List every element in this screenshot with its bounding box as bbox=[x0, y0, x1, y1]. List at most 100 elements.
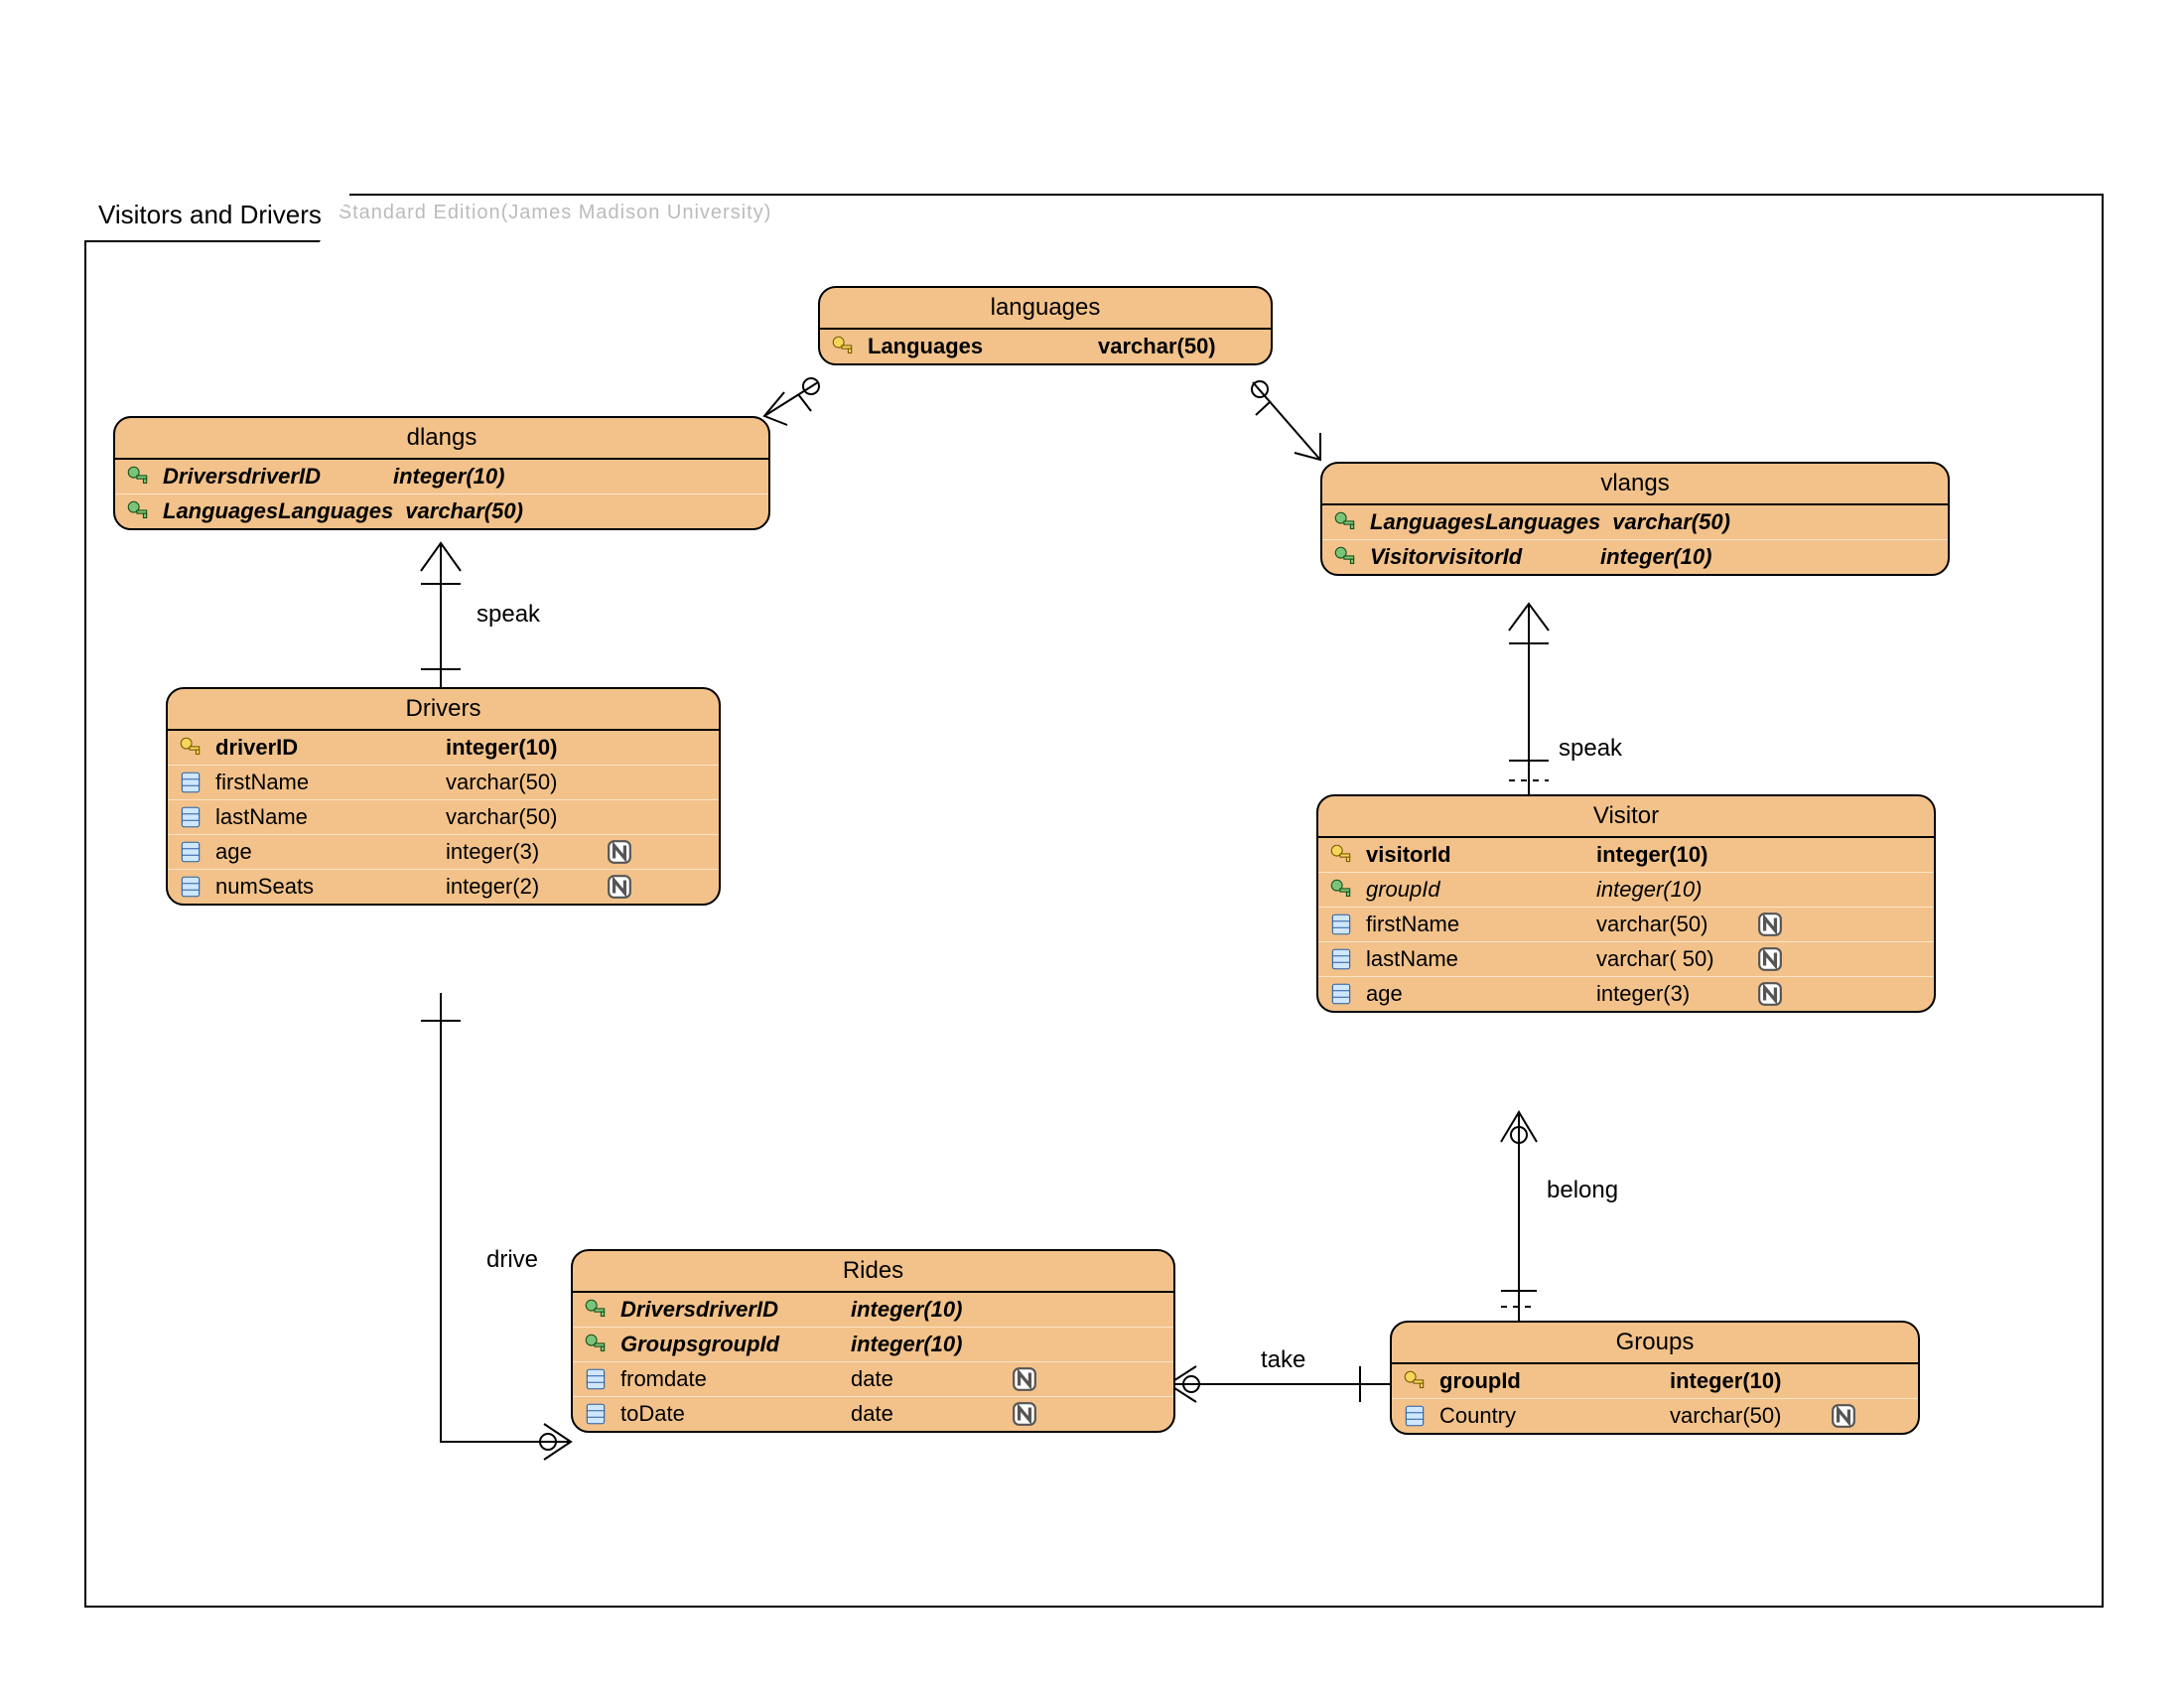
label-speak-2: speak bbox=[1559, 735, 1622, 763]
column-type: integer(10) bbox=[393, 464, 542, 490]
label-belong: belong bbox=[1547, 1177, 1618, 1204]
primary-key-icon bbox=[178, 735, 204, 761]
nullable-icon bbox=[607, 874, 632, 900]
column-icon bbox=[178, 804, 204, 830]
column-icon bbox=[178, 874, 204, 900]
column-name: LanguagesLanguages bbox=[163, 498, 393, 524]
primary-key-icon bbox=[1328, 842, 1354, 868]
column-name: numSeats bbox=[215, 874, 434, 900]
column-row[interactable]: lastName varchar(50) bbox=[168, 800, 719, 835]
column-name: age bbox=[1366, 981, 1584, 1007]
column-row[interactable]: groupIdinteger(10) bbox=[1318, 873, 1934, 908]
column-row[interactable]: firstName varchar(50) bbox=[1318, 908, 1934, 942]
nullable-icon bbox=[607, 839, 632, 865]
column-name: DriversdriverID bbox=[620, 1297, 839, 1323]
column-icon bbox=[178, 770, 204, 795]
column-row[interactable]: lastName varchar( 50) bbox=[1318, 942, 1934, 977]
entity-vlangs[interactable]: vlangsLanguagesLanguagesvarchar(50)Visit… bbox=[1320, 462, 1950, 576]
column-type: integer(10) bbox=[1600, 544, 1749, 570]
column-type: integer(10) bbox=[1596, 842, 1745, 868]
nullable-icon bbox=[1012, 1401, 1037, 1427]
column-row[interactable]: driverID integer(10) bbox=[168, 731, 719, 766]
column-type: varchar(50) bbox=[446, 770, 595, 795]
column-row[interactable]: Languages varchar(50) bbox=[820, 330, 1271, 363]
column-type: date bbox=[851, 1366, 1000, 1392]
foreign-key-icon bbox=[125, 498, 151, 524]
entity-title: languages bbox=[820, 288, 1271, 330]
column-type: integer(10) bbox=[1670, 1368, 1819, 1394]
column-type: date bbox=[851, 1401, 1000, 1427]
entity-dlangs[interactable]: dlangsDriversdriverIDinteger(10)Language… bbox=[113, 416, 770, 530]
column-type: varchar(50) bbox=[405, 498, 554, 524]
column-row[interactable]: firstName varchar(50) bbox=[168, 766, 719, 800]
column-name: LanguagesLanguages bbox=[1370, 509, 1600, 535]
nullable-icon bbox=[1757, 946, 1783, 972]
column-type: integer(2) bbox=[446, 874, 595, 900]
column-icon bbox=[583, 1401, 609, 1427]
column-name: lastName bbox=[215, 804, 434, 830]
column-type: integer(10) bbox=[1596, 877, 1745, 903]
foreign-key-icon bbox=[583, 1297, 609, 1323]
foreign-key-icon bbox=[1332, 509, 1358, 535]
column-row[interactable]: toDate date bbox=[573, 1397, 1173, 1431]
column-name: firstName bbox=[1366, 912, 1584, 937]
foreign-key-icon bbox=[1332, 544, 1358, 570]
column-row[interactable]: VisitorvisitorId integer(10) bbox=[1322, 540, 1948, 574]
column-type: varchar(50) bbox=[1670, 1403, 1819, 1429]
column-row[interactable]: fromdate date bbox=[573, 1362, 1173, 1397]
column-row[interactable]: visitorIdinteger(10) bbox=[1318, 838, 1934, 873]
column-name: fromdate bbox=[620, 1366, 839, 1392]
nullable-icon bbox=[1831, 1403, 1856, 1429]
column-type: varchar(50) bbox=[1098, 334, 1247, 359]
column-row[interactable]: DriversdriverID integer(10) bbox=[573, 1293, 1173, 1328]
column-icon bbox=[1328, 946, 1354, 972]
column-type: integer(10) bbox=[446, 735, 595, 761]
column-type: integer(10) bbox=[851, 1332, 1000, 1357]
column-name: driverID bbox=[215, 735, 434, 761]
column-name: groupId bbox=[1439, 1368, 1658, 1394]
column-type: varchar(50) bbox=[1596, 912, 1745, 937]
column-row[interactable]: groupId integer(10) bbox=[1392, 1364, 1918, 1399]
column-name: DriversdriverID bbox=[163, 464, 381, 490]
column-type: integer(3) bbox=[1596, 981, 1745, 1007]
entity-title: Rides bbox=[573, 1251, 1173, 1293]
entity-visitor[interactable]: VisitorvisitorIdinteger(10)groupIdintege… bbox=[1316, 794, 1936, 1013]
entity-title: dlangs bbox=[115, 418, 768, 460]
entity-rides[interactable]: RidesDriversdriverIDinteger(10)Groupsgro… bbox=[571, 1249, 1175, 1433]
column-icon bbox=[178, 839, 204, 865]
column-type: integer(10) bbox=[851, 1297, 1000, 1323]
entity-groups[interactable]: Groups groupId integer(10) Countryvarchar(5… bbox=[1390, 1321, 1920, 1435]
column-row[interactable]: age integer(3) bbox=[168, 835, 719, 870]
entity-title: Groups bbox=[1392, 1323, 1918, 1364]
entity-title: vlangs bbox=[1322, 464, 1948, 505]
column-type: integer(3) bbox=[446, 839, 595, 865]
column-row[interactable]: DriversdriverID integer(10) bbox=[115, 460, 768, 494]
entity-languages[interactable]: languages Languages varchar(50) bbox=[818, 286, 1273, 365]
nullable-icon bbox=[1757, 912, 1783, 937]
column-row[interactable]: Countryvarchar(50) bbox=[1392, 1399, 1918, 1433]
entity-title: Visitor bbox=[1318, 796, 1934, 838]
column-name: lastName bbox=[1366, 946, 1584, 972]
column-name: toDate bbox=[620, 1401, 839, 1427]
column-type: varchar(50) bbox=[446, 804, 595, 830]
column-row[interactable]: age integer(3) bbox=[1318, 977, 1934, 1011]
column-icon bbox=[583, 1366, 609, 1392]
column-row[interactable]: LanguagesLanguagesvarchar(50) bbox=[1322, 505, 1948, 540]
entity-drivers[interactable]: DriversdriverIDinteger(10)firstNamevarch… bbox=[166, 687, 721, 906]
column-icon bbox=[1328, 981, 1354, 1007]
column-name: VisitorvisitorId bbox=[1370, 544, 1588, 570]
column-name: GroupsgroupId bbox=[620, 1332, 839, 1357]
column-type: varchar( 50) bbox=[1596, 946, 1745, 972]
diagram-stage: Visual Paradigm for UML Standard Edition… bbox=[0, 0, 2184, 1688]
foreign-key-icon bbox=[1328, 877, 1354, 903]
diagram-title-tab: Visitors and Drivers bbox=[84, 194, 351, 242]
column-name: Languages bbox=[868, 334, 1086, 359]
column-name: firstName bbox=[215, 770, 434, 795]
foreign-key-icon bbox=[583, 1332, 609, 1357]
label-drive: drive bbox=[486, 1246, 538, 1274]
column-name: age bbox=[215, 839, 434, 865]
label-speak-1: speak bbox=[477, 601, 540, 629]
column-row[interactable]: numSeats integer(2) bbox=[168, 870, 719, 904]
column-row[interactable]: GroupsgroupId integer(10) bbox=[573, 1328, 1173, 1362]
column-row[interactable]: LanguagesLanguages varchar(50) bbox=[115, 494, 768, 528]
